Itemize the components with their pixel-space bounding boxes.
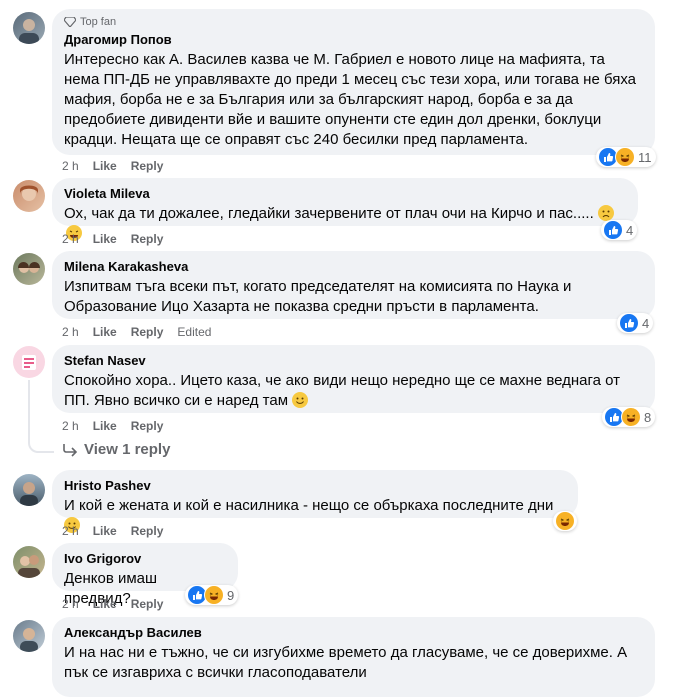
avatar[interactable] (13, 180, 45, 212)
comment-text: Спокойно хора.. Ицето каза, че ако види … (64, 372, 625, 409)
reply-button[interactable]: Reply (131, 419, 164, 433)
timestamp[interactable]: 2 h (62, 159, 79, 173)
comment-author[interactable]: Ivo Grigorov (64, 551, 226, 567)
comment-actions: 2 h Like Reply (62, 597, 163, 611)
comment-author[interactable]: Драгомир Попов (64, 32, 643, 48)
reaction-count: 4 (626, 222, 634, 238)
like-button[interactable]: Like (93, 419, 117, 433)
timestamp[interactable]: 2 h (62, 524, 79, 538)
comment-author[interactable]: Александър Василев (64, 625, 643, 641)
diamond-icon (64, 17, 76, 27)
avatar[interactable] (13, 546, 45, 578)
haha-icon (204, 585, 224, 605)
comment-bubble: Александър Василев И на нас ни е тъжно, … (52, 617, 655, 697)
reply-button[interactable]: Reply (131, 232, 164, 246)
reaction-summary[interactable]: 4 (617, 313, 654, 333)
comment-bubble: Stefan Nasev Спокойно хора.. Ицето каза,… (52, 345, 655, 413)
reaction-count: 11 (638, 149, 652, 165)
sad-face-emoji (597, 205, 614, 221)
haha-icon (621, 407, 641, 427)
avatar[interactable] (13, 620, 45, 652)
comment-text: И на нас ни е тъжно, че си изгубихме вре… (64, 644, 632, 681)
comment-author[interactable]: Violeta Mileva (64, 186, 626, 202)
avatar[interactable] (13, 12, 45, 44)
timestamp[interactable]: 2 h (62, 325, 79, 339)
reply-button[interactable]: Reply (131, 159, 164, 173)
smile-emoji (292, 392, 309, 408)
like-button[interactable]: Like (93, 597, 117, 611)
avatar[interactable] (13, 253, 45, 285)
comment-text: Интересно как А. Василев казва че М. Габ… (64, 51, 641, 148)
comment-text: Изпитвам тъга всеки път, когато председа… (64, 278, 576, 315)
like-icon (619, 313, 639, 333)
avatar[interactable] (13, 474, 45, 506)
comment-bubble: Ivo Grigorov Денков имаш предвид? (52, 543, 238, 607)
haha-icon (555, 511, 575, 531)
timestamp[interactable]: 2 h (62, 419, 79, 433)
comment-actions: 2 h Like Reply (62, 159, 163, 173)
comment-actions: 2 h Like Reply (62, 419, 163, 433)
reaction-summary[interactable]: 4 (601, 220, 638, 240)
comment-bubble: Milena Karakasheva Изпитвам тъга всеки п… (52, 251, 655, 319)
reaction-summary[interactable]: 11 (596, 147, 656, 167)
haha-icon (615, 147, 635, 167)
comment-actions: 2 h Like Reply Edited (62, 325, 211, 339)
comment-bubble: Top fan Драгомир Попов Интересно как А. … (52, 9, 655, 155)
reaction-count: 4 (642, 315, 650, 331)
comment-author[interactable]: Hristo Pashev (64, 478, 566, 494)
edited-label[interactable]: Edited (177, 325, 211, 339)
reaction-count: 9 (227, 587, 235, 603)
reply-button[interactable]: Reply (131, 325, 164, 339)
thread-line (28, 441, 54, 453)
thread-line (28, 380, 30, 442)
comment-text: И кой е жената и кой е насилника - нещо … (64, 497, 554, 514)
comment-author[interactable]: Stefan Nasev (64, 353, 643, 369)
reaction-summary[interactable]: 9 (185, 585, 239, 605)
like-button[interactable]: Like (93, 159, 117, 173)
like-icon (603, 220, 623, 240)
like-button[interactable]: Like (93, 524, 117, 538)
reaction-summary[interactable] (553, 511, 577, 531)
comment-author[interactable]: Milena Karakasheva (64, 259, 643, 275)
reaction-count: 8 (644, 409, 652, 425)
like-button[interactable]: Like (93, 325, 117, 339)
comment-bubble: Hristo Pashev И кой е жената и кой е нас… (52, 470, 578, 533)
avatar[interactable] (13, 346, 45, 378)
timestamp[interactable]: 2 h (62, 597, 79, 611)
reply-arrow-icon (63, 443, 78, 457)
reaction-summary[interactable]: 8 (602, 407, 656, 427)
comment-actions: 2 h Like Reply (62, 524, 163, 538)
comment-bubble: Violeta Mileva Ох, чак да ти дожалее, гл… (52, 178, 638, 241)
timestamp[interactable]: 2 h (62, 232, 79, 246)
view-replies-link[interactable]: View 1 reply (62, 441, 170, 458)
like-button[interactable]: Like (93, 232, 117, 246)
reply-button[interactable]: Reply (131, 597, 164, 611)
comment-text: Ох, чак да ти дожалее, гледайки зачервен… (64, 205, 594, 222)
comment-actions: 2 h Like Reply (62, 232, 163, 246)
reply-button[interactable]: Reply (131, 524, 164, 538)
top-fan-badge: Top fan (64, 16, 643, 28)
